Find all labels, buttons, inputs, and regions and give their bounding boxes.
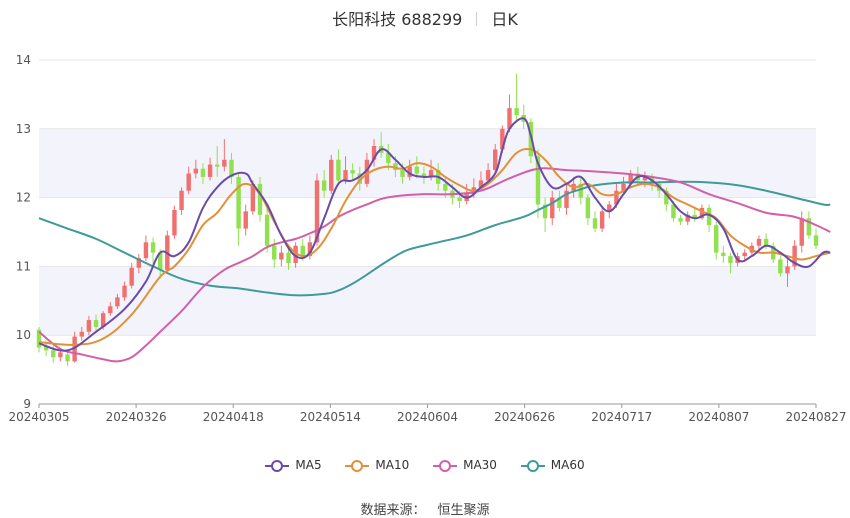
candle-body [207,164,213,177]
candle-body [321,180,327,191]
candle-body [742,252,747,257]
candle-body [343,170,348,181]
candle-body [400,170,405,177]
candle-body [336,159,341,181]
candle-body [108,306,113,314]
candle-body [799,218,804,246]
candle-body [272,245,277,260]
kline-chart: 9 10 11 12 13 14 20240305 20240326 20240418 20240… [8,53,846,424]
data-source: 数据来源： 恒生聚源 [0,499,850,518]
candle-body [186,173,191,191]
candle-body [678,218,683,222]
x-tick-label: 20240807 [688,410,749,424]
x-tick-label: 20240305 [8,410,69,424]
candle-body [93,320,99,327]
candle-body [222,159,227,167]
candle-body [785,266,790,274]
candle-body [279,252,284,260]
grid-band [39,266,816,336]
candle-body [713,225,719,253]
data-source-label: 数据来源： [360,503,426,518]
candle-body [286,252,291,263]
y-tick-label: 10 [16,328,31,342]
y-tick-label: 12 [16,191,31,205]
x-tick-label: 20240514 [300,410,361,424]
legend-item-ma60[interactable]: MA60 [520,458,585,473]
chart-legend: MA5 MA10 MA30 MA60 [0,458,850,473]
x-tick-label: 20240326 [106,410,167,424]
y-tick-label: 11 [16,259,31,273]
candle-body [778,259,783,274]
candle-body [721,252,726,257]
candle-body [485,170,491,181]
candle-body [58,352,63,358]
legend-item-ma30[interactable]: MA30 [433,458,497,473]
candle-body [79,331,84,337]
grid-band [39,128,816,198]
candle-body [329,159,334,191]
candle-body [756,238,762,246]
candle-body [514,108,519,116]
candle-body [143,242,149,259]
candle-body [129,267,134,286]
candle-body [65,354,70,362]
x-tick-label: 20240717 [591,410,652,424]
candle-body [264,214,270,246]
candle-body [215,164,220,167]
candle-body [179,190,184,210]
legend-ma30-label: MA30 [463,458,497,472]
candle-body [443,183,448,191]
legend-ma30-marker [433,460,458,472]
candle-body [300,245,305,257]
candle-body [193,168,199,174]
legend-ma10-marker [345,460,370,472]
legend-ma5-marker [265,460,290,472]
y-tick-label: 9 [23,397,31,411]
candle-body [585,197,591,219]
legend-ma60-marker [520,460,545,472]
candle-body [122,285,127,298]
legend-ma60-label: MA60 [550,458,585,472]
x-tick-label: 20240827 [785,410,846,424]
x-tick-label: 20240418 [203,410,264,424]
candle-body [150,242,156,253]
candle-body [172,209,177,236]
candle-body [350,170,355,174]
candle-body [599,211,605,229]
candle-body [414,166,420,174]
candle-body [550,197,555,219]
legend-ma5-label: MA5 [295,458,322,472]
candle-body [86,320,92,332]
data-source-value: 恒生聚源 [437,503,490,518]
x-tick-label: 20240626 [494,410,555,424]
x-tick-label: 20240604 [397,410,458,424]
legend-item-ma5[interactable]: MA5 [265,458,322,473]
candle-body [257,183,263,215]
legend-ma10-label: MA10 [375,458,410,472]
candle-body [813,235,819,246]
y-tick-label: 13 [16,122,31,136]
candle-body [200,168,206,177]
candle-body [51,350,56,358]
candle-body [728,256,733,263]
candle-body [493,149,498,171]
candle-body [457,197,462,202]
candle-body [763,238,769,246]
y-tick-label: 14 [16,53,31,67]
legend-item-ma10[interactable]: MA10 [345,458,409,473]
candle-body [243,211,248,229]
candle-body [115,297,120,307]
candle-body [592,218,598,229]
